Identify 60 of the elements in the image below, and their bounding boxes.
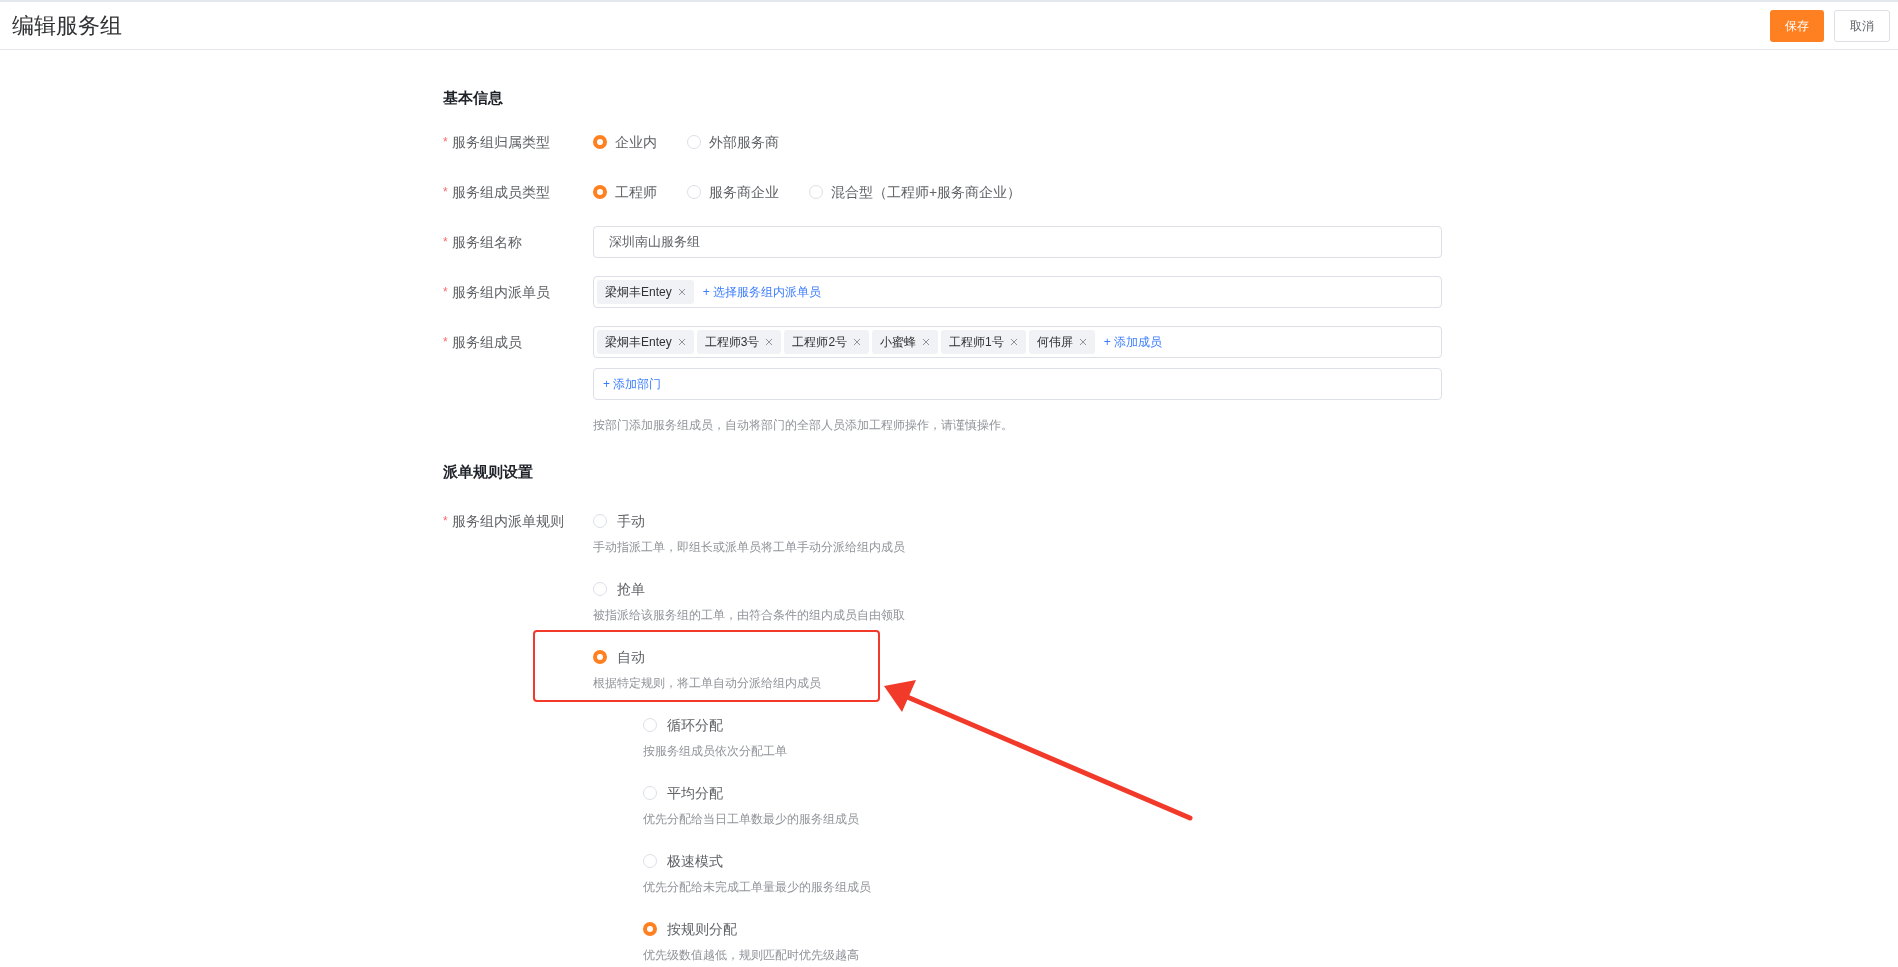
tag-select-field[interactable]: 梁炯丰Entey + 选择服务组内派单员 bbox=[593, 276, 1442, 308]
radio-label: 服务商企业 bbox=[709, 182, 779, 202]
section-title: 基本信息 bbox=[443, 88, 504, 108]
add-department-field[interactable]: + 添加部门 bbox=[593, 368, 1442, 400]
required-asterisk: * bbox=[443, 284, 448, 301]
radio-button[interactable] bbox=[593, 135, 607, 149]
add-link[interactable]: + 选择服务组内派单员 bbox=[702, 283, 822, 301]
option-description: 优先分配给未完成工单量最少的服务组成员 bbox=[643, 879, 872, 896]
option-description: 按服务组成员依次分配工单 bbox=[643, 743, 788, 760]
required-asterisk: * bbox=[443, 513, 448, 530]
option-description: 根据特定规则，将工单自动分派给组内成员 bbox=[593, 675, 822, 692]
close-icon[interactable] bbox=[677, 338, 686, 346]
radio-button[interactable] bbox=[643, 922, 657, 936]
tag-label: 梁炯丰Entey bbox=[605, 334, 672, 351]
close-icon[interactable] bbox=[1078, 338, 1087, 346]
tag-label: 何伟屏 bbox=[1036, 334, 1073, 351]
radio-button[interactable] bbox=[593, 650, 607, 664]
radio-label: 按规则分配 bbox=[667, 919, 737, 939]
radio-label: 极速模式 bbox=[667, 851, 723, 871]
option-description: 手动指派工单，即组长或派单员将工单手动分派给组内成员 bbox=[593, 539, 905, 556]
radio-label: 工程师 bbox=[615, 182, 657, 202]
radio-label: 混合型（工程师+服务商企业） bbox=[831, 182, 1022, 202]
cancel-button[interactable]: 取消 bbox=[1834, 9, 1890, 42]
radio-button[interactable] bbox=[593, 185, 607, 199]
field-label: 服务组内派单规则 bbox=[451, 511, 564, 531]
tag-label: 工程师1号 bbox=[949, 334, 1004, 351]
close-icon[interactable] bbox=[853, 338, 862, 346]
section-title: 派单规则设置 bbox=[443, 462, 534, 482]
radio-label: 企业内 bbox=[615, 132, 657, 152]
close-icon[interactable] bbox=[1009, 338, 1018, 346]
input-field[interactable]: 深圳南山服务组 bbox=[593, 226, 1442, 258]
required-asterisk: * bbox=[443, 184, 448, 201]
tag-select-field[interactable]: 梁炯丰Entey 工程师3号 工程师2号 小蜜蜂 工程师1号 何伟屏 + 添加成员 bbox=[593, 326, 1442, 358]
field-label: 服务组名称 bbox=[451, 232, 522, 252]
tag-label: 工程师3号 bbox=[704, 334, 760, 351]
page-title: 编辑服务组 bbox=[12, 12, 122, 40]
field-label: 服务组成员 bbox=[451, 332, 522, 352]
hint-text: 按部门添加服务组成员，自动将部门的全部人员添加工程师操作，请谨慎操作。 bbox=[593, 417, 1014, 434]
required-asterisk: * bbox=[443, 234, 448, 251]
option-description: 优先分配给当日工单数最少的服务组成员 bbox=[643, 811, 860, 828]
tag-label: 梁炯丰Entey bbox=[605, 284, 672, 301]
field-label: 服务组归属类型 bbox=[451, 132, 550, 152]
radio-label: 外部服务商 bbox=[709, 132, 779, 152]
tag-label: 工程师2号 bbox=[792, 334, 848, 351]
close-icon[interactable] bbox=[922, 338, 931, 346]
option-description: 优先级数值越低，规则匹配时优先级越高 bbox=[643, 947, 860, 964]
required-asterisk: * bbox=[443, 334, 448, 351]
field-label: 服务组内派单员 bbox=[451, 282, 550, 302]
tag-label: 小蜜蜂 bbox=[880, 334, 917, 351]
close-icon[interactable] bbox=[677, 288, 686, 296]
radio-label: 循环分配 bbox=[667, 715, 723, 735]
required-asterisk: * bbox=[443, 134, 448, 151]
radio-label: 自动 bbox=[617, 647, 645, 667]
field-label: 服务组成员类型 bbox=[451, 182, 550, 202]
radio-label: 抢单 bbox=[617, 579, 645, 599]
radio-label: 平均分配 bbox=[667, 783, 723, 803]
radio-label: 手动 bbox=[617, 511, 645, 531]
option-description: 被指派给该服务组的工单，由符合条件的组内成员自由领取 bbox=[593, 607, 905, 624]
close-icon[interactable] bbox=[765, 338, 774, 346]
add-link[interactable]: + 添加成员 bbox=[1103, 333, 1163, 351]
